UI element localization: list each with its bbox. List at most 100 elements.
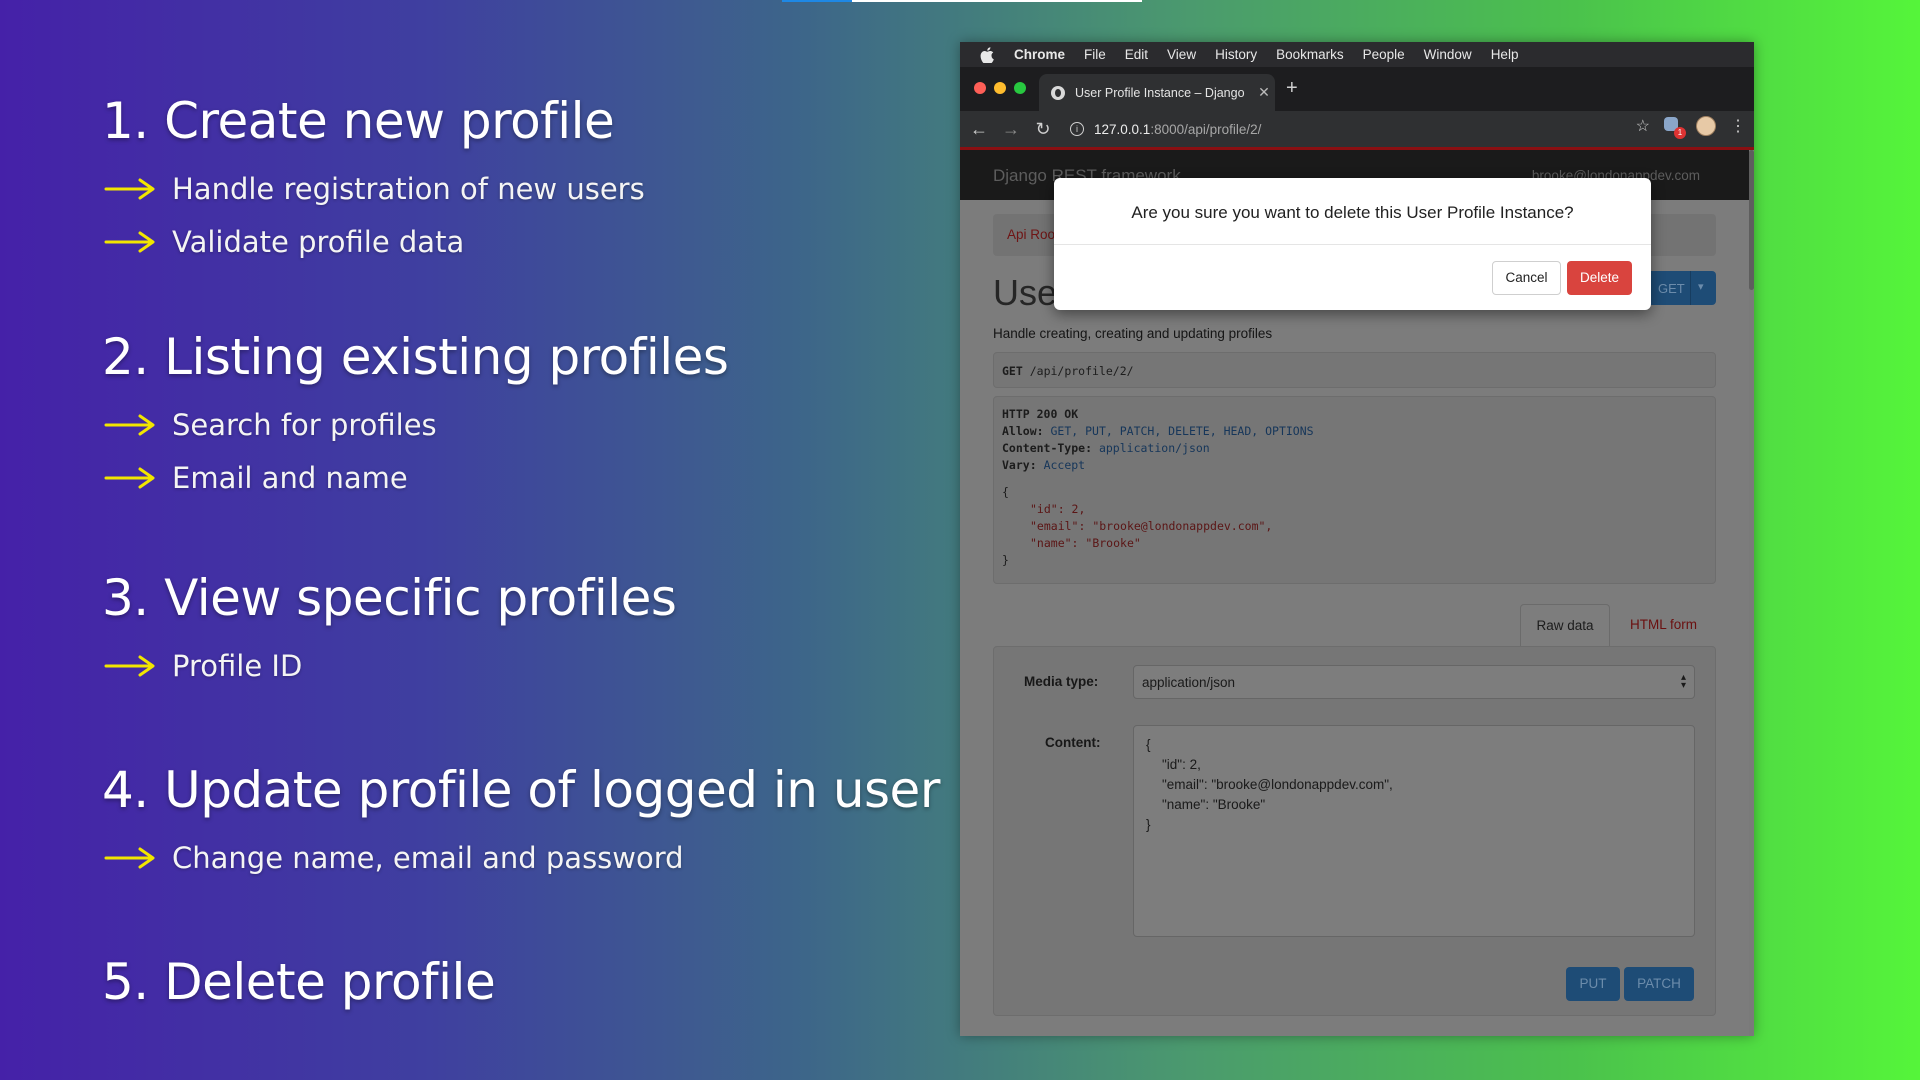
section-create: 1. Create new profile Handle registratio…: [102, 92, 902, 268]
content-line: "id": 2,: [1162, 757, 1201, 772]
vary-value: Accept: [1043, 458, 1086, 472]
select-arrows-icon: ▴ ▾: [1680, 672, 1686, 691]
arrow-icon: [104, 655, 155, 676]
section-list: 2. Listing existing profiles Search for …: [102, 328, 902, 504]
response-status: HTTP 200 OK: [1002, 407, 1079, 421]
section-title: 1. Create new profile: [102, 92, 615, 150]
endpoint-description: Handle creating, creating and updating p…: [993, 326, 1273, 341]
content-type-value: application/json: [1098, 441, 1210, 455]
menu-history[interactable]: History: [1215, 47, 1257, 62]
browser-toolbar: ← → ↻ i 127.0.0.1:8000/api/profile/2/ ☆ …: [960, 111, 1754, 147]
tab-raw-data[interactable]: Raw data: [1520, 604, 1610, 646]
json-email-key: "email":: [1030, 519, 1086, 533]
allow-key: Allow:: [1002, 424, 1044, 438]
tab-strip: User Profile Instance – Django ✕ +: [960, 67, 1754, 111]
reload-icon[interactable]: ↻: [1030, 116, 1056, 142]
content-line: }: [1146, 817, 1151, 832]
bullet-text: Change name, email and password: [172, 840, 684, 875]
bullet-item: Validate profile data: [104, 215, 902, 268]
arrow-icon: [104, 178, 155, 199]
request-info: GET /api/profile/2/: [993, 352, 1716, 388]
arrow-icon: [104, 847, 155, 868]
menu-view[interactable]: View: [1167, 47, 1196, 62]
content-type-key: Content-Type:: [1002, 441, 1093, 455]
bullet-text: Email and name: [172, 460, 408, 495]
extension-badge: 1: [1674, 127, 1686, 139]
progress-bar-blue: [782, 0, 852, 2]
address-bar[interactable]: i 127.0.0.1:8000/api/profile/2/: [1070, 116, 1590, 142]
delete-confirm-modal: Are you sure you want to delete this Use…: [1054, 178, 1651, 310]
bullet-item: Profile ID: [104, 639, 902, 692]
tab-title: User Profile Instance – Django: [1075, 85, 1245, 100]
minimize-window-icon[interactable]: [994, 82, 1006, 94]
bullet-text: Search for profiles: [172, 407, 437, 442]
menu-chrome[interactable]: Chrome: [1014, 47, 1065, 62]
modal-question: Are you sure you want to delete this Use…: [1131, 203, 1574, 222]
json-open: {: [1002, 485, 1009, 499]
section-delete: 5. Delete profile: [102, 953, 902, 1011]
extension-icon[interactable]: 1: [1664, 117, 1686, 139]
response-info: HTTP 200 OK Allow: GET, PUT, PATCH, DELE…: [993, 396, 1716, 584]
media-type-label: Media type:: [1024, 674, 1099, 689]
info-icon[interactable]: i: [1070, 122, 1084, 136]
bullet-text: Handle registration of new users: [172, 171, 645, 206]
request-path: /api/profile/2/: [1029, 364, 1134, 378]
raw-data-form: Media type: application/json ▴ ▾ Content:…: [993, 646, 1716, 1016]
get-button[interactable]: GET ▾: [1640, 271, 1716, 305]
bullet-item: Email and name: [104, 451, 902, 504]
star-icon[interactable]: ☆: [1636, 116, 1650, 136]
url-path: :8000/api/profile/2/: [1150, 121, 1262, 137]
content-textarea[interactable]: { "id": 2, "email": "brooke@londonappdev…: [1133, 725, 1695, 937]
forward-icon[interactable]: →: [998, 116, 1024, 142]
menu-bookmarks[interactable]: Bookmarks: [1276, 47, 1344, 62]
get-label: GET: [1658, 281, 1685, 296]
globe-icon: [1051, 85, 1065, 100]
delete-button[interactable]: Delete: [1567, 261, 1632, 295]
cancel-button[interactable]: Cancel: [1492, 261, 1561, 295]
bullet-text: Validate profile data: [172, 224, 465, 259]
modal-divider: [1054, 244, 1651, 245]
browser-screenshot: Chrome File Edit View History Bookmarks …: [960, 42, 1754, 1036]
content-line: "name": "Brooke": [1162, 797, 1266, 812]
json-name-value: "Brooke": [1085, 536, 1141, 550]
arrow-icon: [104, 467, 155, 488]
menu-edit[interactable]: Edit: [1125, 47, 1148, 62]
tab-html-form[interactable]: HTML form: [1630, 617, 1697, 632]
close-window-icon[interactable]: [974, 82, 986, 94]
section-title: 2. Listing existing profiles: [102, 328, 729, 386]
menu-window[interactable]: Window: [1424, 47, 1472, 62]
kebab-menu-icon[interactable]: ⋮: [1730, 116, 1746, 136]
breadcrumb-api-root[interactable]: Api Root: [1007, 227, 1059, 242]
caret-down-icon[interactable]: ▾: [1698, 280, 1704, 293]
arrow-icon: [104, 231, 155, 252]
section-title: 3. View specific profiles: [102, 569, 677, 627]
form-tabs: Raw data HTML form: [993, 604, 1716, 646]
new-tab-icon[interactable]: +: [1286, 77, 1298, 100]
browser-tab[interactable]: User Profile Instance – Django ✕: [1039, 74, 1275, 111]
bullet-item: Handle registration of new users: [104, 162, 902, 215]
menu-file[interactable]: File: [1084, 47, 1106, 62]
bullet-item: Change name, email and password: [104, 831, 902, 884]
apple-icon[interactable]: [980, 46, 994, 63]
scrollbar[interactable]: [1749, 150, 1754, 1036]
section-title: 5. Delete profile: [102, 953, 496, 1011]
json-email-value: "brooke@londonappdev.com",: [1092, 519, 1273, 533]
patch-button[interactable]: PATCH: [1624, 967, 1694, 1001]
url-host: 127.0.0.1: [1094, 121, 1151, 137]
media-type-select[interactable]: application/json ▴ ▾: [1133, 665, 1695, 699]
section-title: 4. Update profile of logged in user: [102, 761, 940, 819]
maximize-window-icon[interactable]: [1014, 82, 1026, 94]
json-close: }: [1002, 553, 1009, 567]
back-icon[interactable]: ←: [966, 116, 992, 142]
toolbar-actions: ☆ 1 ⋮: [1636, 116, 1746, 139]
avatar[interactable]: [1696, 116, 1716, 136]
menu-people[interactable]: People: [1363, 47, 1405, 62]
json-name-key: "name":: [1030, 536, 1079, 550]
put-button[interactable]: PUT: [1566, 967, 1620, 1001]
close-tab-icon[interactable]: ✕: [1253, 84, 1275, 101]
json-id: "id": 2,: [1030, 502, 1086, 516]
content-label: Content:: [1045, 735, 1101, 750]
content-line: {: [1146, 737, 1151, 752]
section-view: 3. View specific profiles Profile ID: [102, 569, 902, 692]
menu-help[interactable]: Help: [1491, 47, 1519, 62]
